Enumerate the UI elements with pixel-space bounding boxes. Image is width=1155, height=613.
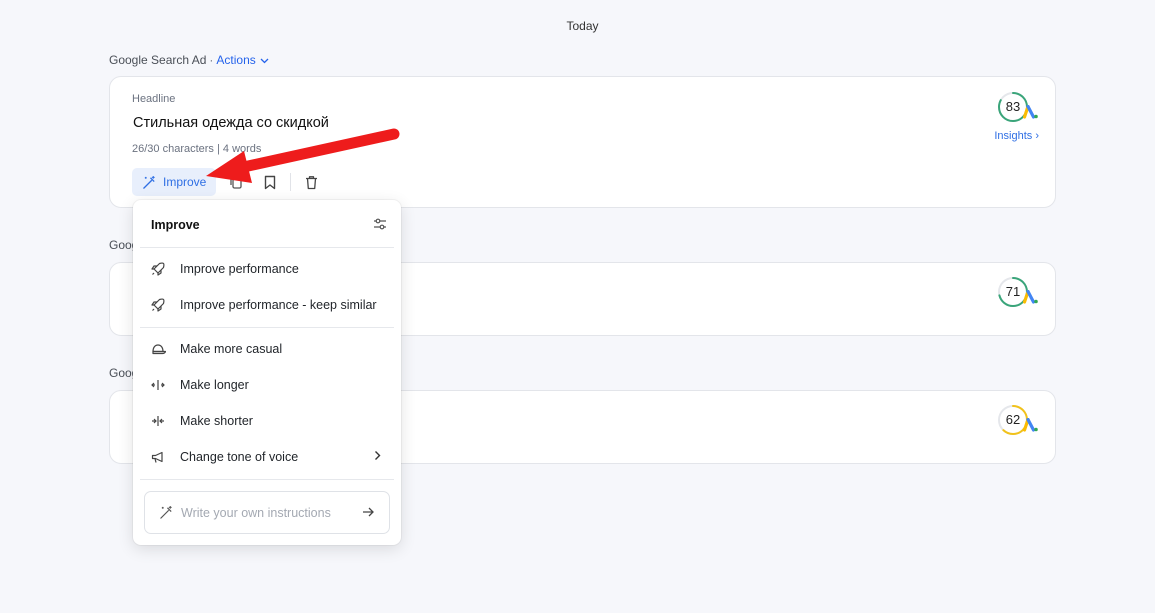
menu-item-make-more-casual[interactable]: Make more casual bbox=[133, 331, 401, 367]
google-ads-logo-icon bbox=[1023, 418, 1038, 432]
headline-card: Headline Стильная одежда со скидкой 26/3… bbox=[109, 76, 1056, 208]
bookmark-icon bbox=[265, 175, 276, 189]
separator-dot: · bbox=[209, 53, 214, 67]
chevron-right-icon bbox=[375, 451, 381, 460]
field-label: Headline bbox=[132, 93, 176, 105]
trash-icon bbox=[305, 175, 317, 189]
expand-icon bbox=[150, 377, 166, 393]
menu-divider bbox=[140, 479, 394, 480]
menu-item-make-longer[interactable]: Make longer bbox=[133, 367, 401, 403]
menu-item-label: Make shorter bbox=[180, 414, 253, 428]
chevron-down-icon bbox=[260, 58, 269, 64]
toolbar-divider bbox=[290, 173, 292, 191]
improve-button[interactable]: Improve bbox=[132, 168, 217, 196]
insights-link[interactable]: Insights › bbox=[994, 130, 1039, 142]
menu-item-label: Improve performance bbox=[180, 262, 299, 276]
headline-text[interactable]: Стильная одежда со скидкой bbox=[133, 115, 329, 131]
menu-item-label: Change tone of voice bbox=[180, 450, 299, 464]
cap-icon bbox=[150, 341, 166, 357]
menu-item-label: Improve performance - keep similar bbox=[180, 298, 377, 312]
section-label-search-ad: Google Search Ad · Actions bbox=[109, 53, 269, 67]
menu-divider bbox=[140, 247, 394, 248]
date-header: Today bbox=[566, 19, 599, 33]
menu-item-label: Make more casual bbox=[180, 342, 283, 356]
menu-item-change-tone-of-voice[interactable]: Change tone of voice bbox=[133, 439, 401, 475]
performance-score[interactable]: 62 bbox=[997, 404, 1041, 440]
bookmark-button[interactable] bbox=[256, 168, 284, 196]
menu-item-improve-performance-keep-similar[interactable]: Improve performance - keep similar bbox=[133, 287, 401, 323]
performance-score[interactable]: 71 bbox=[997, 276, 1041, 312]
menu-item-improve-performance[interactable]: Improve performance bbox=[133, 251, 401, 287]
improve-label: Improve bbox=[163, 175, 207, 189]
google-ads-logo-icon bbox=[1023, 290, 1038, 304]
menu-header: Improve bbox=[133, 200, 401, 248]
magic-wand-icon bbox=[160, 505, 172, 519]
sliders-icon[interactable] bbox=[373, 218, 387, 230]
actions-label: Actions bbox=[216, 53, 256, 67]
copy-button[interactable] bbox=[222, 168, 250, 196]
menu-item-label: Make longer bbox=[180, 378, 249, 392]
google-ads-logo-icon bbox=[1023, 105, 1038, 119]
character-count: 26/30 characters | 4 words bbox=[132, 143, 262, 155]
menu-divider bbox=[140, 327, 394, 328]
delete-button[interactable] bbox=[297, 168, 325, 196]
arrow-right-icon[interactable] bbox=[362, 506, 375, 518]
custom-instructions-input[interactable] bbox=[181, 505, 341, 520]
megaphone-icon bbox=[150, 449, 166, 465]
section-title: Google Search Ad bbox=[109, 53, 207, 67]
rocket-icon bbox=[150, 261, 166, 277]
custom-instructions-field[interactable] bbox=[144, 491, 390, 534]
performance-score[interactable]: 83 bbox=[997, 91, 1041, 127]
improve-menu: Improve Improve performance Improve perf… bbox=[133, 200, 401, 545]
copy-icon bbox=[230, 175, 243, 189]
magic-wand-icon bbox=[143, 175, 155, 189]
shrink-icon bbox=[150, 413, 166, 429]
rocket-icon bbox=[150, 297, 166, 313]
actions-dropdown[interactable]: Actions bbox=[216, 53, 269, 67]
card-toolbar: Improve bbox=[132, 168, 325, 196]
menu-item-make-shorter[interactable]: Make shorter bbox=[133, 403, 401, 439]
menu-title: Improve bbox=[151, 218, 200, 232]
